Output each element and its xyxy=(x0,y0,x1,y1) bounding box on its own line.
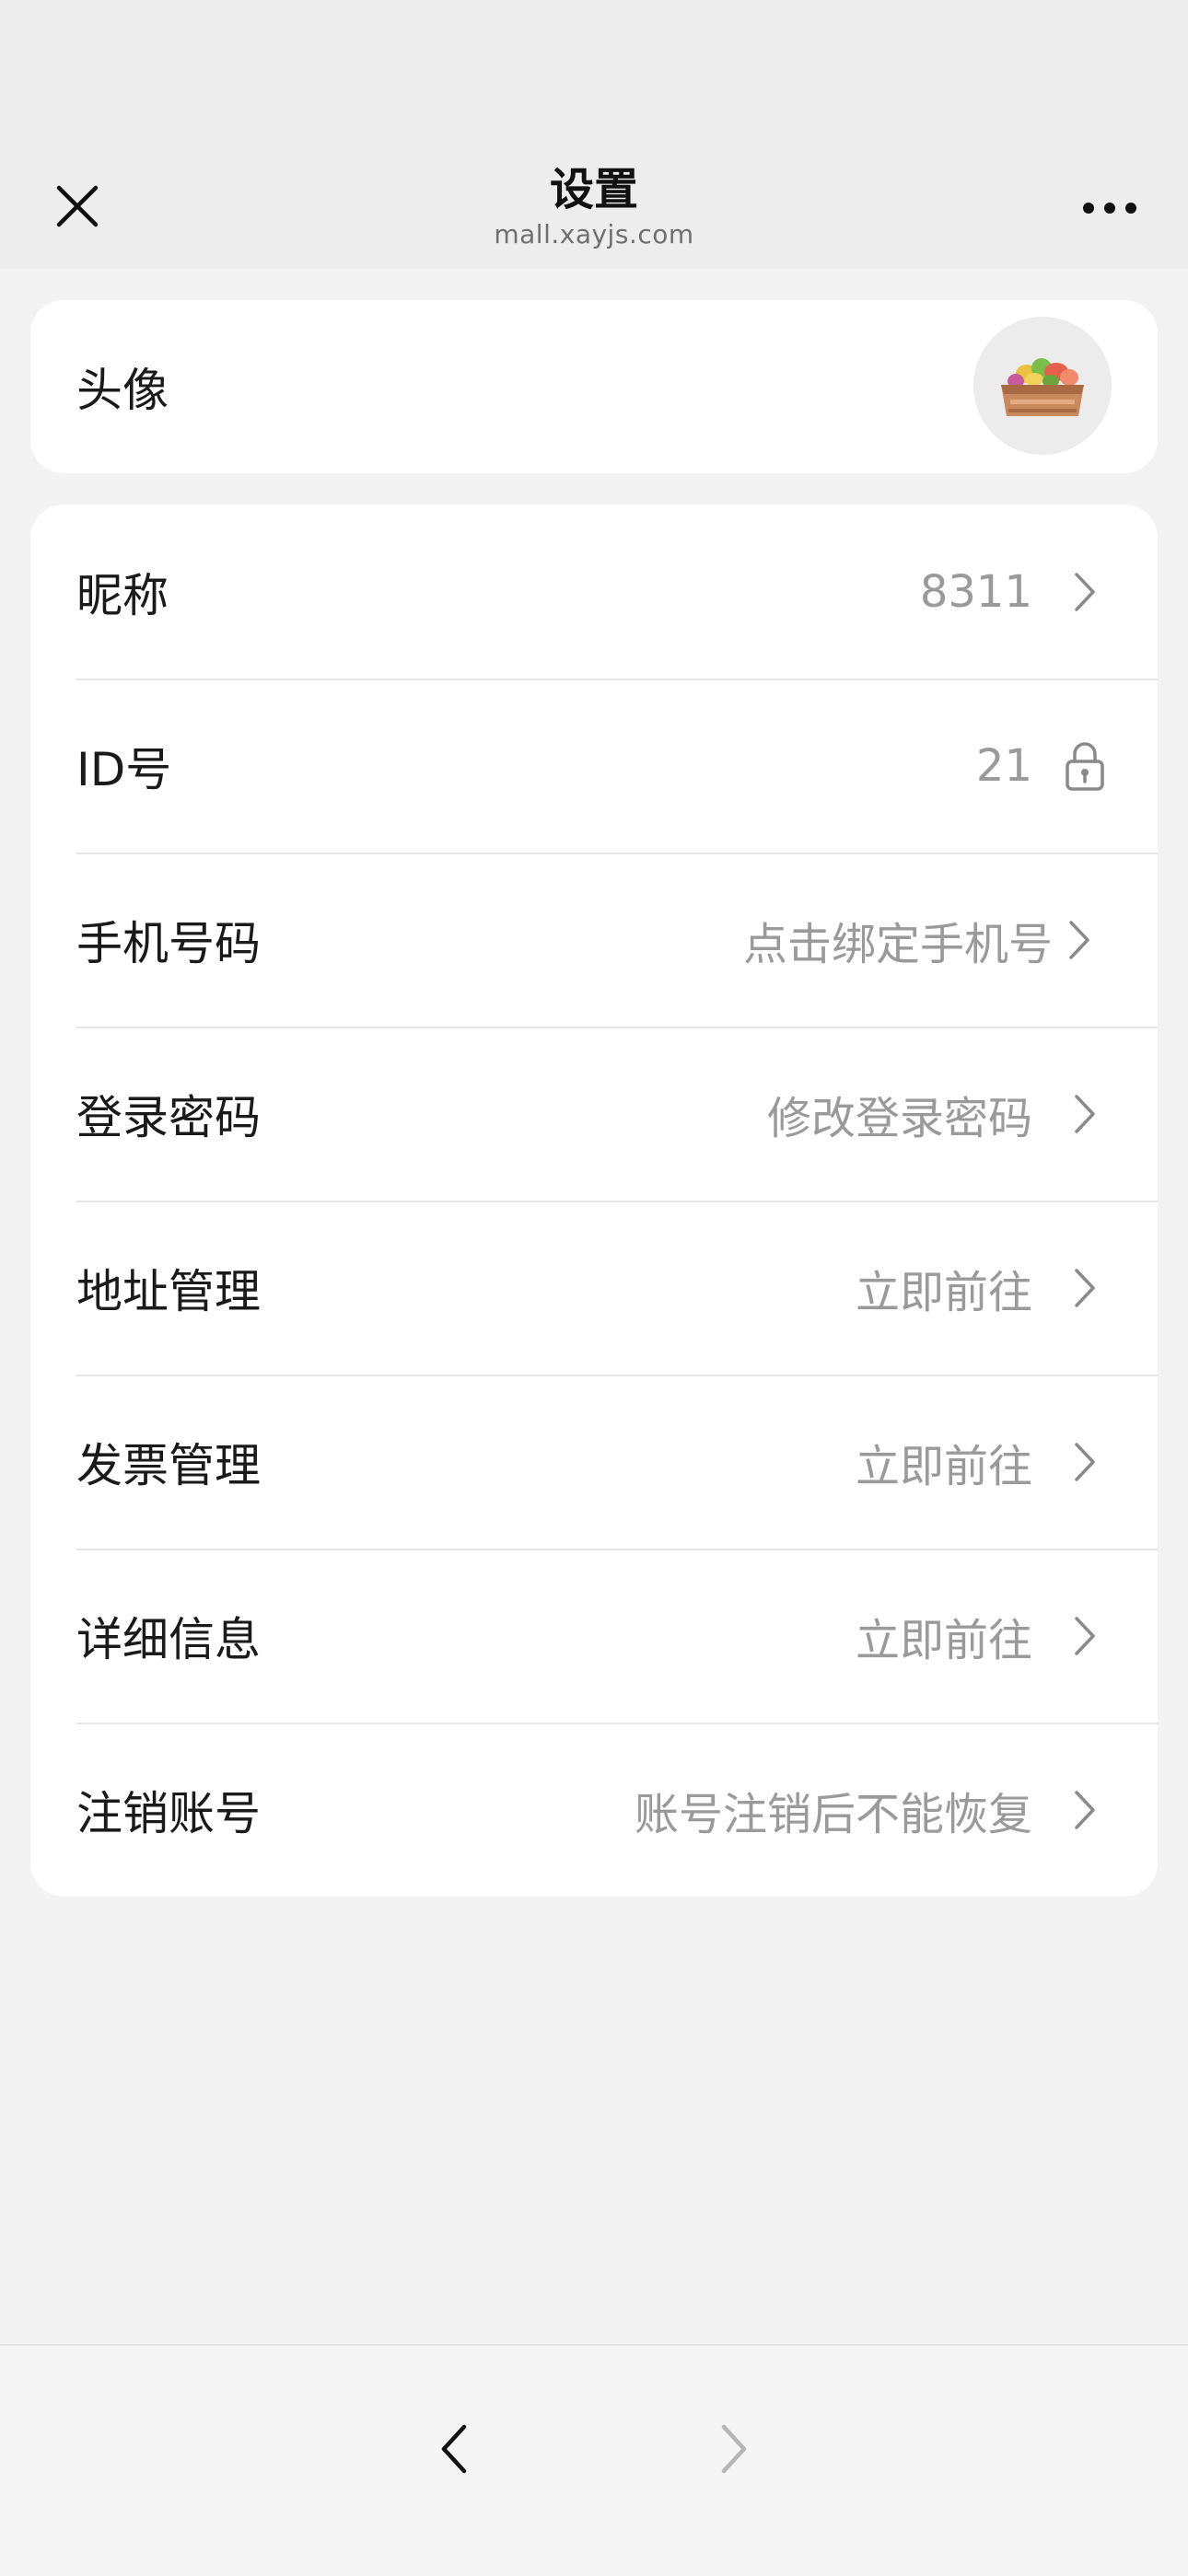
phone-label: 手机号码 xyxy=(76,916,261,970)
page-domain: mall.xayjs.com xyxy=(494,219,694,249)
more-dots-icon xyxy=(1083,203,1136,214)
delete-account-row[interactable]: 注销账号 账号注销后不能恢复 xyxy=(30,1723,1158,1897)
invoice-label: 发票管理 xyxy=(76,1438,261,1492)
address-value: 立即前往 xyxy=(855,1266,1032,1318)
phone-row[interactable]: 手机号码 点击绑定手机号 xyxy=(30,853,1158,1027)
nickname-label: 昵称 xyxy=(76,568,169,622)
delete-account-label: 注销账号 xyxy=(76,1786,261,1840)
chevron-right-icon xyxy=(1062,1201,1108,1375)
avatar-card: 头像 xyxy=(30,300,1158,473)
chevron-right-icon xyxy=(1062,1027,1108,1201)
lock-icon xyxy=(1062,679,1108,853)
page-title: 设置 xyxy=(549,164,638,215)
address-row[interactable]: 地址管理 立即前往 xyxy=(30,1201,1158,1375)
password-value: 修改登录密码 xyxy=(766,1092,1032,1144)
avatar-row[interactable]: 头像 xyxy=(30,300,1158,473)
chevron-right-icon xyxy=(1062,1723,1108,1897)
password-label: 登录密码 xyxy=(76,1090,261,1144)
chevron-right-icon xyxy=(1062,505,1108,679)
details-label: 详细信息 xyxy=(76,1612,261,1666)
more-options-button[interactable] xyxy=(1068,180,1151,236)
id-label: ID号 xyxy=(76,742,172,796)
id-row: ID号 21 xyxy=(30,679,1158,853)
vegetable-crate-icon xyxy=(973,317,1112,455)
phone-value: 点击绑定手机号 xyxy=(742,918,1053,970)
details-value: 立即前往 xyxy=(855,1614,1032,1666)
avatar[interactable] xyxy=(973,317,1112,455)
chevron-left-icon xyxy=(441,2424,467,2474)
chevron-right-icon xyxy=(1056,853,1102,1027)
invoice-value: 立即前往 xyxy=(855,1440,1032,1492)
browser-bottom-bar xyxy=(0,2344,1188,2576)
invoice-row[interactable]: 发票管理 立即前往 xyxy=(30,1375,1158,1549)
forward-button[interactable] xyxy=(702,2412,766,2486)
delete-account-value: 账号注销后不能恢复 xyxy=(634,1788,1032,1840)
address-label: 地址管理 xyxy=(76,1264,261,1318)
nickname-value: 8311 xyxy=(919,565,1032,618)
details-row[interactable]: 详细信息 立即前往 xyxy=(30,1549,1158,1723)
chevron-right-icon xyxy=(721,2424,747,2474)
nickname-row[interactable]: 昵称 8311 xyxy=(30,505,1158,679)
chevron-right-icon xyxy=(1062,1549,1108,1723)
top-navigation-bar: 设置 mall.xayjs.com xyxy=(0,0,1188,269)
settings-list: 昵称 8311 ID号 21 手机号码 点击绑定手机号 登录密码 修改登录密码 xyxy=(30,505,1158,1897)
avatar-label: 头像 xyxy=(76,364,169,417)
password-row[interactable]: 登录密码 修改登录密码 xyxy=(30,1027,1158,1201)
chevron-right-icon xyxy=(1062,1375,1108,1549)
id-value: 21 xyxy=(975,739,1032,792)
back-button[interactable] xyxy=(422,2412,486,2486)
